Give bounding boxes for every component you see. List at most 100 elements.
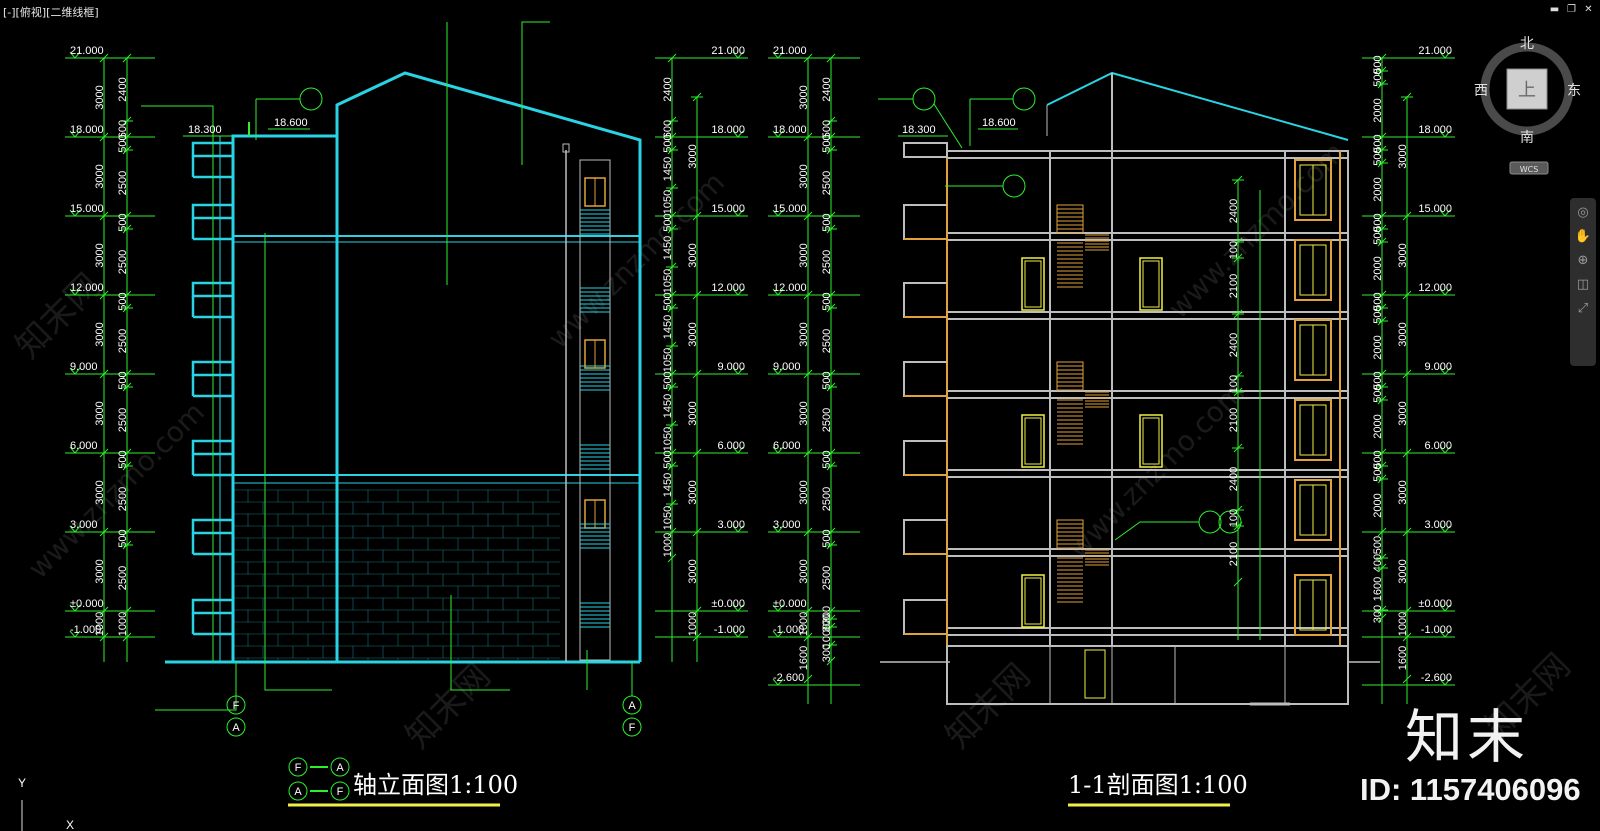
- roof-line: [1046, 71, 1349, 141]
- cad-drawing-canvas[interactable]: www.znzmo.com www.znzmo.com www.znzmo.co…: [0, 0, 1600, 831]
- leader-line: [155, 690, 237, 711]
- level-label: 3.000: [717, 519, 745, 531]
- dim-label: 100: [1228, 509, 1240, 527]
- dim-label: 2500: [821, 250, 833, 274]
- dim-label: 1050: [662, 506, 674, 530]
- dimension-chains: 21.000 18.000 15.000 12.000 9.000 6.000 3.000 ±…: [65, 45, 748, 662]
- dim-label: 3000: [798, 322, 810, 346]
- level-label: 15.000: [711, 203, 745, 215]
- dim-label: 1000: [662, 533, 674, 557]
- dim-label: 2500: [117, 566, 129, 590]
- dim-label: 1050: [662, 269, 674, 293]
- dim-label: 500: [1372, 536, 1384, 554]
- door: [1024, 577, 1042, 625]
- dim-label: 3000: [687, 480, 699, 504]
- level-label: 9.000: [70, 361, 98, 373]
- floor-slab: [946, 390, 1349, 399]
- drawing-title[interactable]: F A A F 轴立面图1:100: [288, 757, 518, 807]
- dim-label: 2500: [117, 487, 129, 511]
- compass-north[interactable]: 北: [1520, 36, 1534, 52]
- callout-leader: [933, 103, 963, 149]
- dim-label: 2100: [1228, 274, 1240, 298]
- orbit-icon[interactable]: ◫: [1574, 276, 1592, 294]
- pan-icon[interactable]: ✋: [1574, 228, 1592, 246]
- level-label: 18.000: [70, 124, 104, 136]
- dim-label: 1050: [662, 190, 674, 214]
- axis-label: F: [233, 700, 240, 712]
- callout-circle: [1012, 87, 1036, 111]
- viewcube[interactable]: 上 北 南 西 东 WCS: [1474, 36, 1581, 175]
- dim-label: 2400: [1228, 333, 1240, 357]
- title-axis-to: A: [336, 762, 344, 774]
- floor-slab: [946, 311, 1349, 320]
- compass-south[interactable]: 南: [1520, 130, 1534, 146]
- level-label: 3.000: [1424, 519, 1452, 531]
- level-label: 12.000: [1418, 282, 1452, 294]
- level-label: ±0.000: [773, 598, 807, 610]
- elevation-drawing[interactable]: 18.600 18.300 F A A F 21.000 18.000 15.000…: [65, 21, 748, 807]
- parapet: [903, 142, 948, 158]
- viewcube-face-label: 上: [1518, 80, 1536, 101]
- dim-label: 1050: [662, 427, 674, 451]
- level-label: 9.000: [773, 361, 801, 373]
- level-label: 15.000: [70, 203, 104, 215]
- level-label: 6.000: [1424, 440, 1452, 452]
- dim-label: 2500: [821, 171, 833, 195]
- dim-label: 1450: [662, 157, 674, 181]
- level-label: ±0.000: [1418, 598, 1452, 610]
- wall-outline-left: [231, 134, 339, 664]
- level-label: -1.000: [714, 624, 745, 636]
- navigation-bar[interactable]: ◎ ✋ ⊕ ◫ ⤢: [1570, 198, 1596, 366]
- leader-line: [264, 233, 332, 691]
- dim-label: 2400: [821, 77, 833, 101]
- dim-label: 100: [1228, 241, 1240, 259]
- drawing-title[interactable]: 1-1剖面图1:100: [1068, 771, 1248, 807]
- level-label: 9.000: [1424, 361, 1452, 373]
- dim-label: 1000: [687, 612, 699, 636]
- dim-label: 3000: [1397, 144, 1409, 168]
- dim-label: 2000: [1372, 493, 1384, 517]
- dim-label: 2500: [821, 487, 833, 511]
- level-label: ±0.000: [70, 598, 104, 610]
- dim-label: 2400: [1228, 467, 1240, 491]
- compass-east[interactable]: 东: [1567, 83, 1581, 99]
- drawing-title-text: 轴立面图1:100: [353, 771, 518, 799]
- dim-label: 3000: [798, 243, 810, 267]
- level-label: 18.000: [1418, 124, 1452, 136]
- floor-slab: [946, 548, 1349, 557]
- level-label: 12.000: [70, 282, 104, 294]
- floor-slab: [946, 627, 1349, 636]
- dim-label: 2000: [1372, 256, 1384, 280]
- steering-wheel-icon[interactable]: ◎: [1574, 204, 1592, 222]
- brick-hatch: [232, 489, 560, 660]
- dim-label: 2400: [662, 77, 674, 101]
- dim-label: 2500: [117, 329, 129, 353]
- balcony-section: [903, 204, 947, 240]
- dim-label: 3000: [687, 144, 699, 168]
- dim-label: 1600: [1397, 646, 1409, 670]
- compass-west[interactable]: 西: [1474, 83, 1488, 99]
- door: [1024, 417, 1042, 465]
- dim-label: 2000: [1372, 98, 1384, 122]
- dim-label: 1600: [1372, 577, 1384, 601]
- leader-line: [521, 21, 550, 165]
- dim-label: 1450: [662, 315, 674, 339]
- dim-label: 3000: [94, 322, 106, 346]
- watermark-logo: 知末: [1405, 703, 1530, 771]
- ucs-x-label: X: [66, 818, 74, 831]
- ucs-y-label: Y: [18, 776, 26, 790]
- dim-label: 3000: [798, 85, 810, 109]
- section-drawing[interactable]: 18.600 18.300 21.000 18.000 15.000 12.000 9.…: [768, 45, 1455, 807]
- level-label: -2.600: [773, 672, 804, 684]
- showmotion-icon[interactable]: ⤢: [1574, 300, 1592, 318]
- roof-level-label: 18.600: [274, 117, 308, 129]
- dim-label: 1000: [117, 612, 129, 636]
- dim-label: 2500: [117, 171, 129, 195]
- axis-label: A: [628, 700, 636, 712]
- roof-level-label: 18.600: [982, 117, 1016, 129]
- dim-label: 3000: [94, 480, 106, 504]
- dim-label: 1000: [94, 612, 106, 636]
- zoom-icon[interactable]: ⊕: [1574, 252, 1592, 270]
- dim-label: 300: [821, 644, 833, 662]
- dim-label: 3000: [94, 85, 106, 109]
